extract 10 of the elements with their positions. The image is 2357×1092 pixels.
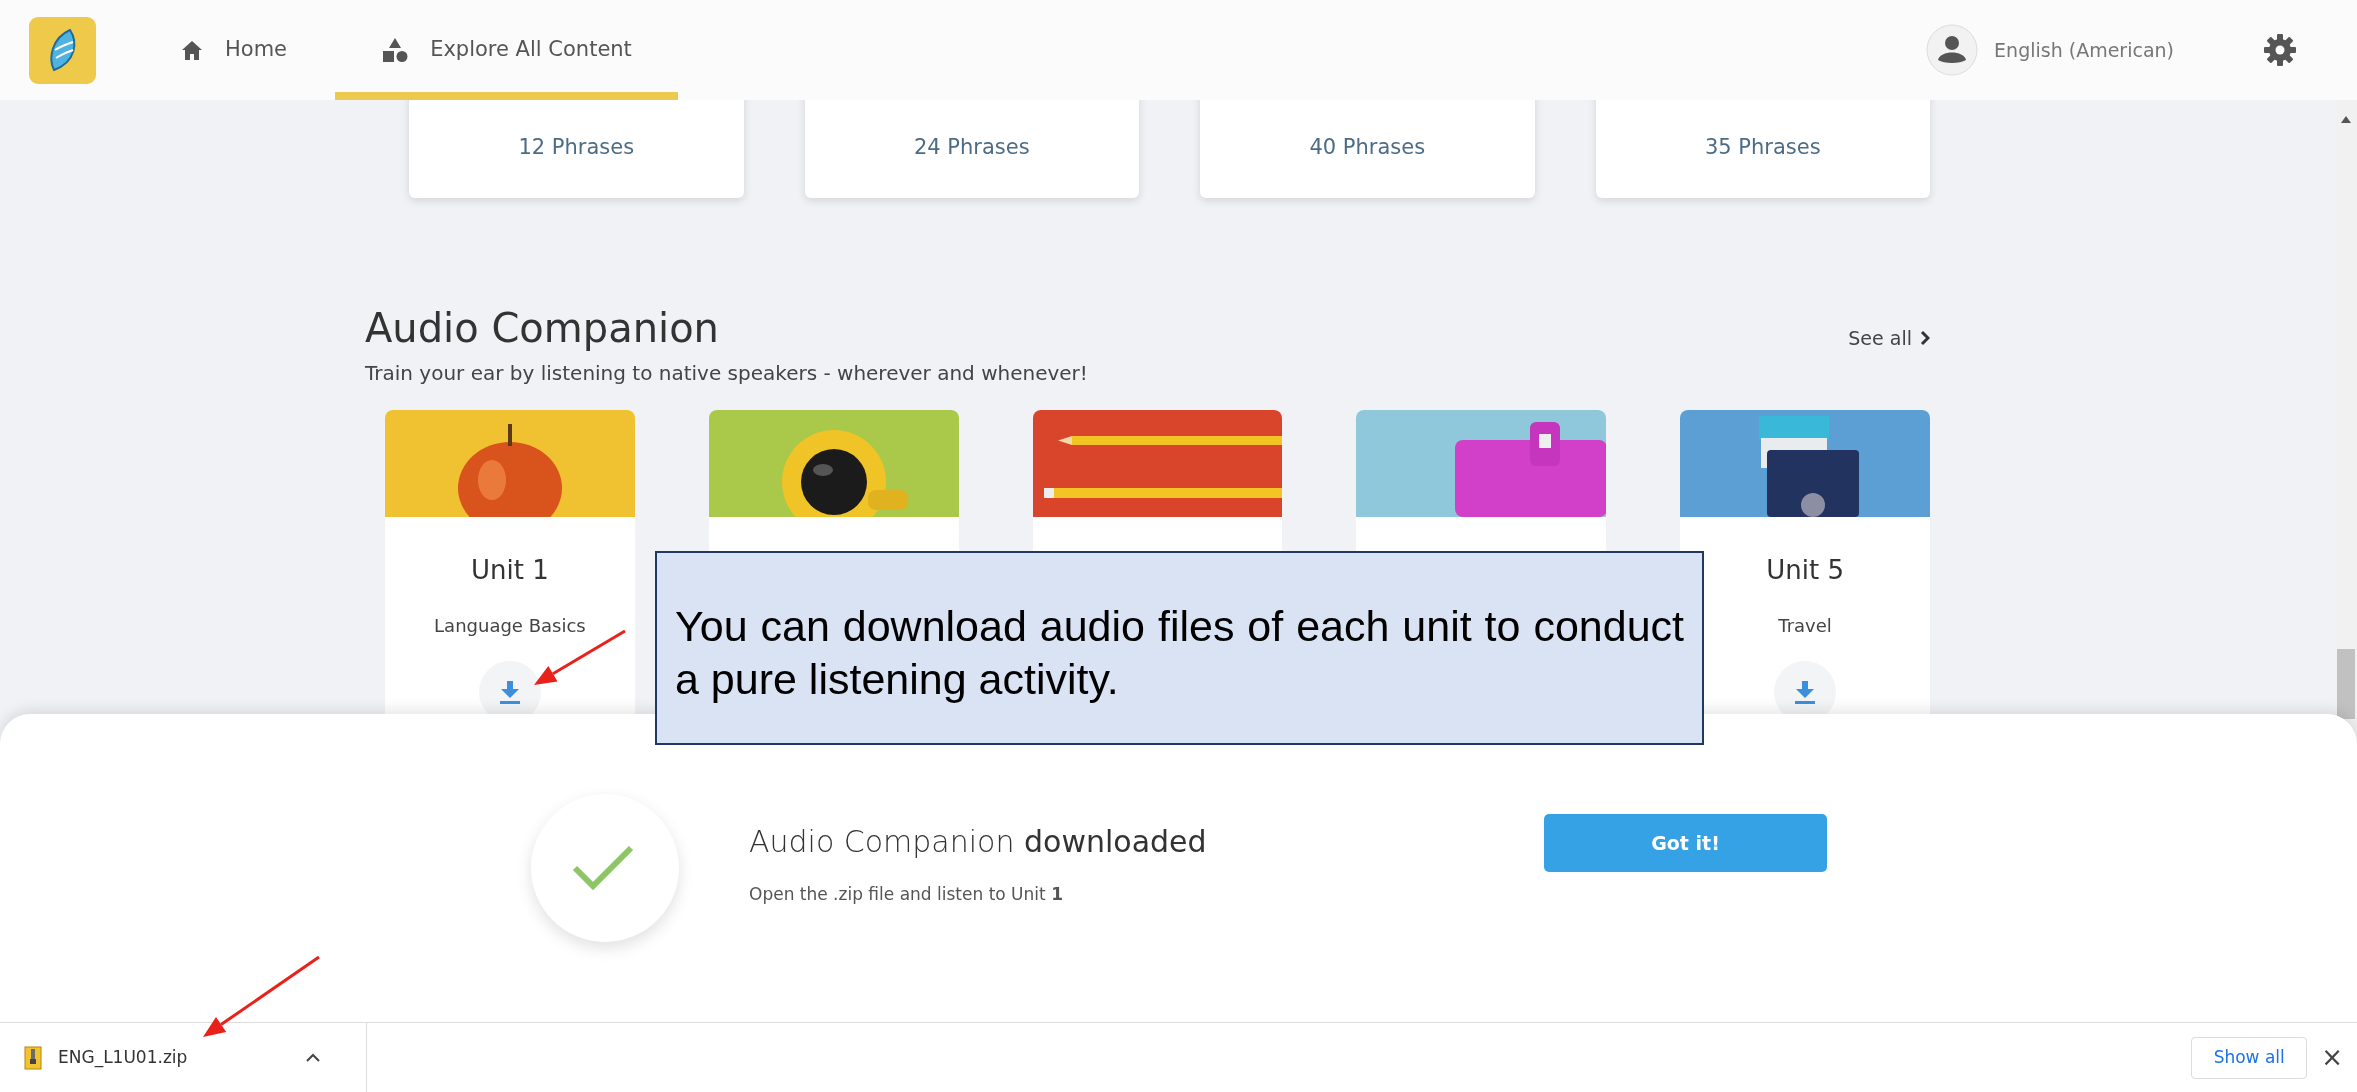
unit-subtitle: Travel — [1778, 614, 1832, 638]
annotation-tooltip: You can download audio files of each unit to conduct a pure listening activity. — [655, 551, 1704, 745]
section-subtitle: Train your ear by listening to native speakers - wherever and whenever! — [365, 360, 1089, 387]
file-name: ENG_L1U01.zip — [58, 1045, 188, 1070]
unit-title: Unit 5 — [1766, 554, 1844, 587]
section-title: Audio Companion — [365, 304, 719, 352]
unit-title: Unit 1 — [471, 554, 549, 587]
toast-message: Open the .zip file and listen to Unit 1 — [749, 882, 1064, 906]
unit-subtitle: Language Basics — [434, 614, 586, 638]
toast-title: Audio Companion downloaded — [749, 822, 1207, 861]
